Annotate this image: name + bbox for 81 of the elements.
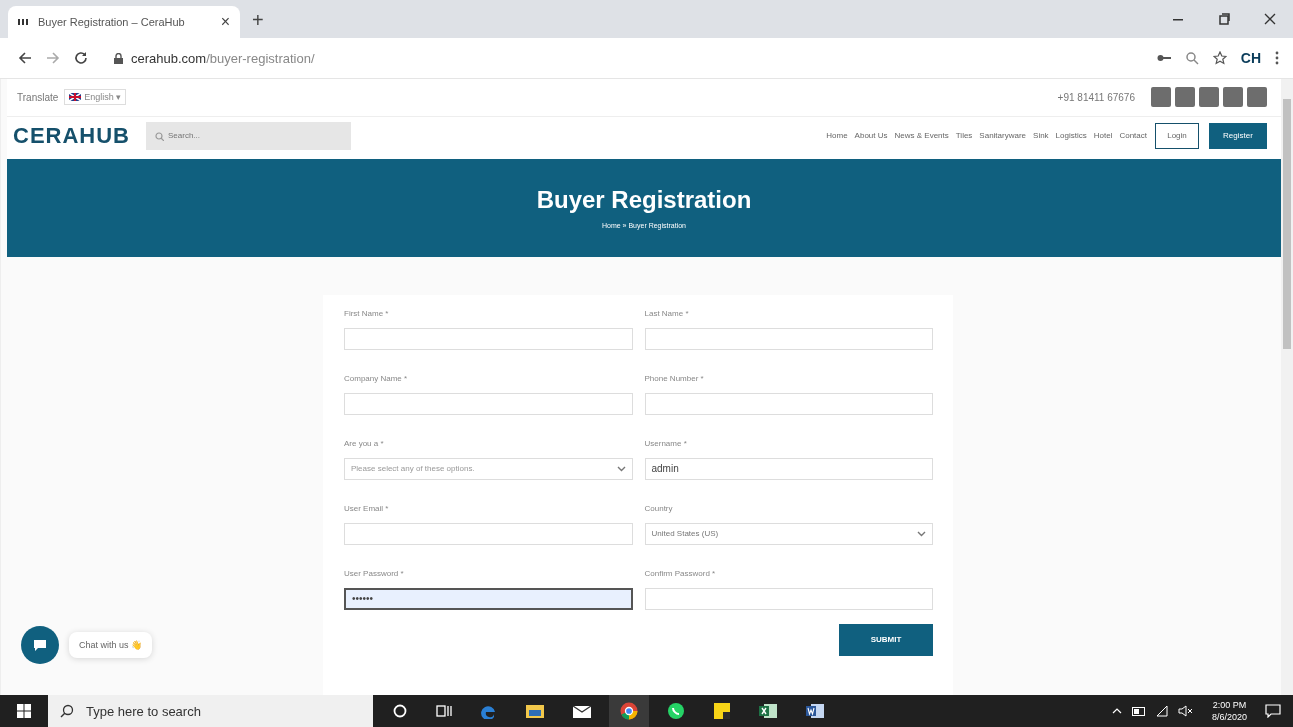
input-field[interactable]: •••••• — [344, 588, 633, 610]
whatsapp-icon[interactable] — [667, 702, 685, 720]
input-field[interactable] — [344, 328, 633, 350]
input-field[interactable] — [644, 393, 933, 415]
chevron-icon — [917, 531, 926, 537]
field-label: Phone Number * — [644, 374, 705, 383]
search-field[interactable]: Search... — [146, 121, 351, 150]
field-label: First Name * — [344, 309, 390, 318]
battery-icon[interactable] — [1131, 706, 1146, 716]
login-button[interactable]: Login — [1155, 122, 1199, 149]
select-field[interactable]: United States (US) — [644, 523, 933, 545]
excel-icon[interactable] — [759, 703, 777, 719]
logo[interactable]: CERAHUB — [13, 124, 130, 147]
field-label: Last Name * — [644, 309, 690, 318]
field-label: Confirm Password * — [644, 569, 717, 578]
page-title: Buyer Registration — [536, 186, 752, 215]
search-icon — [155, 131, 164, 141]
close-icon[interactable] — [1264, 13, 1276, 25]
more-icon[interactable] — [1275, 51, 1279, 65]
network-icon[interactable] — [1155, 705, 1168, 717]
url-text[interactable]: cerahub.com/buyer-registration/ — [131, 50, 315, 66]
notifications-icon[interactable] — [1265, 704, 1281, 718]
zoom-icon[interactable] — [1184, 51, 1199, 65]
input-field[interactable]: admin — [644, 458, 933, 480]
input-field[interactable] — [344, 393, 633, 415]
chat-label[interactable]: Chat with us 👋 — [69, 632, 153, 658]
browser-tab[interactable]: Buyer Registration – CeraHub × — [8, 6, 240, 38]
input-field[interactable] — [644, 588, 933, 610]
chevron-up-icon[interactable] — [1111, 708, 1122, 714]
clock-date[interactable]: 8/6/2020 — [1211, 711, 1247, 723]
back-icon[interactable] — [18, 51, 32, 65]
input-field[interactable] — [344, 523, 633, 545]
new-tab-button[interactable]: + — [252, 9, 264, 32]
nav-link[interactable]: Sink — [1033, 131, 1049, 141]
sticky-notes-icon[interactable] — [714, 703, 730, 719]
field-label: Company Name * — [344, 374, 409, 383]
translate-label: Translate — [17, 91, 59, 103]
submit-button[interactable]: SUBMIT — [839, 624, 933, 656]
flag-icon — [69, 93, 82, 102]
field-label: Country — [644, 504, 674, 513]
muted-speaker-icon[interactable] — [1177, 705, 1194, 717]
file-explorer-icon[interactable] — [526, 704, 544, 718]
input-field[interactable] — [644, 328, 933, 350]
clock-time[interactable]: 2:00 PM — [1212, 699, 1247, 711]
cortana-icon[interactable] — [393, 704, 407, 718]
chevron-icon — [616, 466, 626, 472]
edge-icon[interactable] — [481, 703, 497, 719]
star-icon[interactable] — [1212, 51, 1227, 65]
mail-icon[interactable] — [573, 704, 591, 718]
nav-link[interactable]: News & Events — [894, 131, 949, 141]
word-icon[interactable] — [806, 703, 824, 719]
favicon-icon — [18, 18, 30, 26]
restore-icon[interactable] — [1218, 13, 1230, 25]
profile-button[interactable]: CH — [1240, 50, 1261, 66]
nav-link[interactable]: About Us — [854, 131, 888, 141]
nav-link[interactable]: Sanitaryware — [979, 131, 1027, 141]
nav-link[interactable]: Hotel — [1093, 131, 1113, 141]
nav-link[interactable]: Home — [826, 131, 848, 141]
lock-icon — [114, 52, 123, 64]
nav-link[interactable]: Tiles — [955, 131, 973, 141]
field-label: Username * — [644, 439, 688, 448]
phone-number[interactable]: +91 81411 67676 — [1057, 91, 1135, 103]
tab-close-button[interactable]: × — [220, 13, 230, 31]
field-label: User Password * — [344, 569, 405, 578]
reload-icon[interactable] — [74, 51, 88, 65]
nav-link[interactable]: Logistics — [1055, 131, 1087, 141]
language-select[interactable]: English ▾ — [64, 89, 127, 106]
chat-icon — [33, 639, 47, 651]
field-label: User Email * — [344, 504, 390, 513]
register-button[interactable]: Register — [1209, 122, 1267, 149]
windows-icon — [17, 704, 31, 718]
taskbar-search-field[interactable]: Type here to search — [48, 695, 373, 727]
field-label: Are you a * — [344, 439, 385, 448]
nav-link[interactable]: Contact — [1119, 131, 1147, 141]
key-icon[interactable] — [1156, 53, 1171, 63]
task-view-icon[interactable] — [436, 704, 452, 718]
search-icon — [60, 704, 74, 718]
chrome-icon[interactable] — [620, 702, 638, 720]
chat-button[interactable] — [21, 626, 59, 664]
scrollbar-thumb[interactable] — [1283, 99, 1291, 349]
tab-title: Buyer Registration – CeraHub — [38, 16, 186, 28]
